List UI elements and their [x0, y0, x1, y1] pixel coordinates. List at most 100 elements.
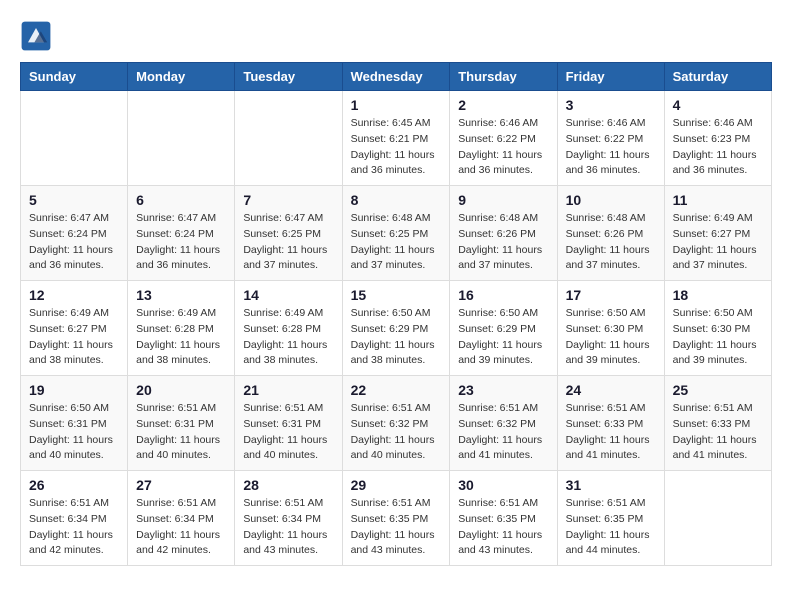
day-number: 10: [566, 192, 656, 208]
day-info: Sunrise: 6:47 AM Sunset: 6:25 PM Dayligh…: [243, 211, 333, 274]
day-info: Sunrise: 6:51 AM Sunset: 6:35 PM Dayligh…: [351, 496, 442, 559]
logo-icon: [20, 20, 52, 52]
day-number: 20: [136, 382, 226, 398]
day-info: Sunrise: 6:48 AM Sunset: 6:26 PM Dayligh…: [566, 211, 656, 274]
weekday-header-row: SundayMondayTuesdayWednesdayThursdayFrid…: [21, 63, 772, 91]
day-info: Sunrise: 6:49 AM Sunset: 6:27 PM Dayligh…: [673, 211, 763, 274]
weekday-header: Tuesday: [235, 63, 342, 91]
day-info: Sunrise: 6:48 AM Sunset: 6:25 PM Dayligh…: [351, 211, 442, 274]
day-number: 3: [566, 97, 656, 113]
day-number: 23: [458, 382, 548, 398]
day-info: Sunrise: 6:51 AM Sunset: 6:33 PM Dayligh…: [673, 401, 763, 464]
day-info: Sunrise: 6:51 AM Sunset: 6:34 PM Dayligh…: [243, 496, 333, 559]
calendar-cell: 1 Sunrise: 6:45 AM Sunset: 6:21 PM Daylig…: [342, 91, 450, 186]
day-info: Sunrise: 6:49 AM Sunset: 6:28 PM Dayligh…: [243, 306, 333, 369]
day-number: 13: [136, 287, 226, 303]
calendar-cell: [664, 471, 771, 566]
logo: [20, 20, 58, 52]
calendar-cell: 8 Sunrise: 6:48 AM Sunset: 6:25 PM Daylig…: [342, 186, 450, 281]
calendar-week-row: 1 Sunrise: 6:45 AM Sunset: 6:21 PM Daylig…: [21, 91, 772, 186]
day-number: 26: [29, 477, 119, 493]
day-info: Sunrise: 6:47 AM Sunset: 6:24 PM Dayligh…: [29, 211, 119, 274]
day-info: Sunrise: 6:49 AM Sunset: 6:28 PM Dayligh…: [136, 306, 226, 369]
calendar-cell: 30 Sunrise: 6:51 AM Sunset: 6:35 PM Dayli…: [450, 471, 557, 566]
weekday-header: Sunday: [21, 63, 128, 91]
calendar-table: SundayMondayTuesdayWednesdayThursdayFrid…: [20, 62, 772, 566]
day-number: 12: [29, 287, 119, 303]
day-number: 22: [351, 382, 442, 398]
calendar-cell: 3 Sunrise: 6:46 AM Sunset: 6:22 PM Daylig…: [557, 91, 664, 186]
day-number: 27: [136, 477, 226, 493]
calendar-cell: 19Sunrise: 6:50 AM Sunset: 6:31 PM Dayli…: [21, 376, 128, 471]
calendar-cell: 16 Sunrise: 6:50 AM Sunset: 6:29 PM Dayli…: [450, 281, 557, 376]
day-info: Sunrise: 6:50 AM Sunset: 6:29 PM Dayligh…: [458, 306, 548, 369]
calendar-cell: 26 Sunrise: 6:51 AM Sunset: 6:34 PM Dayli…: [21, 471, 128, 566]
day-number: 30: [458, 477, 548, 493]
weekday-header: Saturday: [664, 63, 771, 91]
day-info: Sunrise: 6:51 AM Sunset: 6:33 PM Dayligh…: [566, 401, 656, 464]
calendar-cell: [235, 91, 342, 186]
weekday-header: Monday: [128, 63, 235, 91]
day-info: Sunrise: 6:49 AM Sunset: 6:27 PM Dayligh…: [29, 306, 119, 369]
day-number: 5: [29, 192, 119, 208]
calendar-cell: 27 Sunrise: 6:51 AM Sunset: 6:34 PM Dayli…: [128, 471, 235, 566]
day-info: Sunrise: 6:48 AM Sunset: 6:26 PM Dayligh…: [458, 211, 548, 274]
day-info: Sunrise: 6:51 AM Sunset: 6:32 PM Dayligh…: [351, 401, 442, 464]
day-number: 16: [458, 287, 548, 303]
day-number: 1: [351, 97, 442, 113]
day-info: Sunrise: 6:46 AM Sunset: 6:23 PM Dayligh…: [673, 116, 763, 179]
day-info: Sunrise: 6:50 AM Sunset: 6:30 PM Dayligh…: [566, 306, 656, 369]
day-number: 25: [673, 382, 763, 398]
calendar-cell: 13 Sunrise: 6:49 AM Sunset: 6:28 PM Dayli…: [128, 281, 235, 376]
day-info: Sunrise: 6:50 AM Sunset: 6:30 PM Dayligh…: [673, 306, 763, 369]
day-info: Sunrise: 6:51 AM Sunset: 6:32 PM Dayligh…: [458, 401, 548, 464]
day-info: Sunrise: 6:51 AM Sunset: 6:34 PM Dayligh…: [136, 496, 226, 559]
weekday-header: Wednesday: [342, 63, 450, 91]
day-info: Sunrise: 6:45 AM Sunset: 6:21 PM Dayligh…: [351, 116, 442, 179]
calendar-week-row: 19Sunrise: 6:50 AM Sunset: 6:31 PM Dayli…: [21, 376, 772, 471]
day-number: 6: [136, 192, 226, 208]
calendar-cell: 10 Sunrise: 6:48 AM Sunset: 6:26 PM Dayli…: [557, 186, 664, 281]
calendar-cell: 9Sunrise: 6:48 AM Sunset: 6:26 PM Daylig…: [450, 186, 557, 281]
calendar-cell: 15Sunrise: 6:50 AM Sunset: 6:29 PM Dayli…: [342, 281, 450, 376]
day-info: Sunrise: 6:50 AM Sunset: 6:29 PM Dayligh…: [351, 306, 442, 369]
calendar-cell: [128, 91, 235, 186]
day-info: Sunrise: 6:47 AM Sunset: 6:24 PM Dayligh…: [136, 211, 226, 274]
calendar-cell: 20 Sunrise: 6:51 AM Sunset: 6:31 PM Dayli…: [128, 376, 235, 471]
day-info: Sunrise: 6:51 AM Sunset: 6:31 PM Dayligh…: [243, 401, 333, 464]
calendar-cell: 14 Sunrise: 6:49 AM Sunset: 6:28 PM Dayli…: [235, 281, 342, 376]
calendar-cell: 17 Sunrise: 6:50 AM Sunset: 6:30 PM Dayli…: [557, 281, 664, 376]
calendar-cell: 18 Sunrise: 6:50 AM Sunset: 6:30 PM Dayli…: [664, 281, 771, 376]
day-info: Sunrise: 6:51 AM Sunset: 6:35 PM Dayligh…: [458, 496, 548, 559]
day-number: 28: [243, 477, 333, 493]
day-info: Sunrise: 6:46 AM Sunset: 6:22 PM Dayligh…: [566, 116, 656, 179]
day-number: 14: [243, 287, 333, 303]
day-number: 11: [673, 192, 763, 208]
calendar-cell: 24 Sunrise: 6:51 AM Sunset: 6:33 PM Dayli…: [557, 376, 664, 471]
calendar-cell: 4Sunrise: 6:46 AM Sunset: 6:23 PM Daylig…: [664, 91, 771, 186]
day-info: Sunrise: 6:51 AM Sunset: 6:34 PM Dayligh…: [29, 496, 119, 559]
day-number: 29: [351, 477, 442, 493]
calendar-week-row: 26 Sunrise: 6:51 AM Sunset: 6:34 PM Dayli…: [21, 471, 772, 566]
day-number: 18: [673, 287, 763, 303]
weekday-header: Thursday: [450, 63, 557, 91]
day-number: 31: [566, 477, 656, 493]
day-number: 7: [243, 192, 333, 208]
day-number: 21: [243, 382, 333, 398]
calendar-cell: 28 Sunrise: 6:51 AM Sunset: 6:34 PM Dayli…: [235, 471, 342, 566]
day-info: Sunrise: 6:51 AM Sunset: 6:35 PM Dayligh…: [566, 496, 656, 559]
calendar-cell: 23 Sunrise: 6:51 AM Sunset: 6:32 PM Dayli…: [450, 376, 557, 471]
day-number: 24: [566, 382, 656, 398]
calendar-cell: 12 Sunrise: 6:49 AM Sunset: 6:27 PM Dayli…: [21, 281, 128, 376]
calendar-cell: 25 Sunrise: 6:51 AM Sunset: 6:33 PM Dayli…: [664, 376, 771, 471]
calendar-cell: 31 Sunrise: 6:51 AM Sunset: 6:35 PM Dayli…: [557, 471, 664, 566]
calendar-cell: 21 Sunrise: 6:51 AM Sunset: 6:31 PM Dayli…: [235, 376, 342, 471]
page-header: [20, 20, 772, 52]
day-number: 8: [351, 192, 442, 208]
day-number: 17: [566, 287, 656, 303]
day-info: Sunrise: 6:51 AM Sunset: 6:31 PM Dayligh…: [136, 401, 226, 464]
calendar-cell: 29 Sunrise: 6:51 AM Sunset: 6:35 PM Dayli…: [342, 471, 450, 566]
calendar-week-row: 12 Sunrise: 6:49 AM Sunset: 6:27 PM Dayli…: [21, 281, 772, 376]
calendar-cell: 5 Sunrise: 6:47 AM Sunset: 6:24 PM Daylig…: [21, 186, 128, 281]
calendar-week-row: 5 Sunrise: 6:47 AM Sunset: 6:24 PM Daylig…: [21, 186, 772, 281]
